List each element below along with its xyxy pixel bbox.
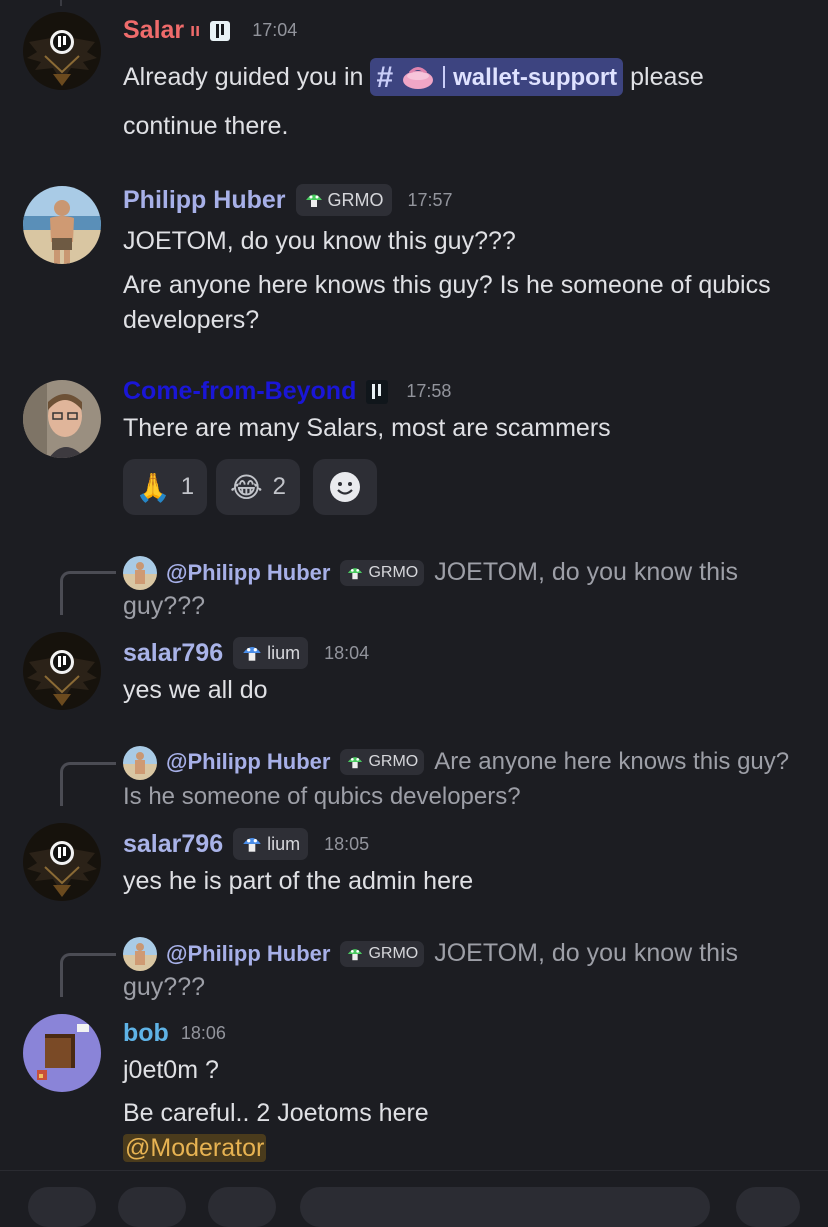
- message-text: yes we all do: [123, 676, 268, 704]
- eagle-avatar-image: [23, 632, 101, 710]
- author-name[interactable]: Philipp Huber: [123, 186, 286, 215]
- mushroom-green-icon: [348, 948, 363, 960]
- purse-icon: [403, 67, 434, 89]
- beach-photo-avatar: [123, 937, 157, 971]
- message-text: developers?: [123, 306, 260, 334]
- reply-avatar-philipp[interactable]: [123, 746, 157, 780]
- message-text: yes he is part of the admin here: [123, 867, 474, 895]
- role-tag-label: GRMO: [368, 563, 419, 581]
- message-text-line2: continue there.: [123, 112, 289, 140]
- reply-preview-text-line2[interactable]: guy???: [123, 592, 205, 621]
- role-tag-grmo[interactable]: GRMO: [295, 184, 392, 216]
- timestamp: 18:04: [324, 642, 370, 663]
- reaction-count: 1: [180, 473, 195, 500]
- reply-connector: [60, 571, 116, 615]
- mushroom-green-icon: [348, 567, 363, 579]
- add-reaction-button[interactable]: [313, 459, 377, 515]
- timestamp: 17:58: [406, 381, 452, 401]
- eagle-avatar-image: [23, 823, 101, 901]
- reply-author[interactable]: @Philipp Huber: [166, 941, 330, 967]
- reply-preview-text[interactable]: Are anyone here knows this guy?: [434, 748, 789, 776]
- reply-connector: [60, 762, 116, 806]
- role-mention-moderator[interactable]: @Moderator: [123, 1134, 267, 1162]
- composer-gift-button[interactable]: [208, 1187, 276, 1227]
- reply-author[interactable]: @Philipp Huber: [166, 749, 330, 775]
- author-name[interactable]: salar796: [123, 830, 223, 859]
- reply-author[interactable]: @Philipp Huber: [166, 560, 330, 586]
- message-text: There are many Salars, most are scammers: [123, 414, 611, 442]
- mushroom-blue-icon: [243, 837, 261, 852]
- reaction-joy[interactable]: 😂 2: [216, 459, 300, 515]
- role-tag-label: lium: [267, 642, 301, 663]
- role-tag-grmo[interactable]: GRMO: [340, 940, 425, 967]
- composer-bar: [0, 1170, 828, 1227]
- reply-avatar-philipp[interactable]: [123, 556, 157, 590]
- qubic-badge-icon: [210, 20, 231, 41]
- role-tag-grmo[interactable]: GRMO: [340, 749, 425, 775]
- beach-photo-avatar: [23, 186, 101, 264]
- avatar-bob[interactable]: [23, 1014, 101, 1092]
- channel-label: wallet-support: [453, 63, 618, 91]
- message-text-after: please: [630, 62, 704, 91]
- message-text: Be careful.. 2 Joetoms here: [123, 1099, 429, 1127]
- author-name[interactable]: salar796: [123, 639, 223, 668]
- role-glyph: ıı: [190, 20, 201, 40]
- role-tag-label: GRMO: [327, 189, 384, 210]
- timestamp: 17:57: [407, 189, 453, 210]
- pray-emoji-icon: 🙏: [135, 471, 171, 503]
- timestamp: 18:05: [324, 833, 370, 854]
- role-tag-label: GRMO: [368, 944, 419, 962]
- eagle-avatar-image: [23, 12, 101, 90]
- author-name[interactable]: Salar: [123, 16, 184, 45]
- beach-photo-avatar: [123, 746, 157, 780]
- channel-divider: [443, 66, 446, 88]
- role-tag-label: GRMO: [368, 753, 419, 770]
- composer-mic-button[interactable]: [736, 1187, 800, 1227]
- timestamp: 17:04: [252, 20, 298, 40]
- thread-connector-top: [0, 0, 828, 6]
- portrait-photo-avatar: [23, 380, 101, 458]
- timestamp: 18:06: [180, 1023, 226, 1043]
- role-tag-lium[interactable]: lium: [233, 828, 309, 860]
- mushroom-blue-icon: [243, 646, 261, 661]
- joy-emoji-icon: 😂: [229, 471, 263, 503]
- reply-preview-text-line2[interactable]: Is he someone of qubics developers?: [123, 783, 521, 811]
- message-text: JOETOM, do you know this guy???: [123, 227, 516, 255]
- smiley-add-icon: [330, 472, 360, 502]
- avatar-philipp-huber[interactable]: [23, 186, 101, 264]
- role-tag-lium[interactable]: lium: [233, 637, 309, 669]
- author-name[interactable]: bob: [123, 1019, 169, 1048]
- channel-mention-wallet-support[interactable]: # wallet-support: [370, 58, 624, 96]
- avatar-salar796[interactable]: [23, 823, 101, 901]
- reply-avatar-philipp[interactable]: [123, 937, 157, 971]
- author-name[interactable]: Come-from-Beyond: [123, 377, 356, 406]
- qubic-badge-icon: [366, 379, 389, 404]
- pixel-art-avatar: [23, 1014, 101, 1092]
- message-text: Already guided you in: [123, 62, 364, 91]
- role-tag-label: lium: [267, 833, 301, 854]
- reply-preview-text[interactable]: JOETOM, do you know this: [434, 939, 738, 968]
- reply-preview-text[interactable]: JOETOM, do you know this: [434, 558, 738, 587]
- message-text: j0et0m ?: [123, 1056, 219, 1084]
- composer-apps-button[interactable]: [118, 1187, 186, 1227]
- message-text: Are anyone here knows this guy? Is he so…: [123, 271, 771, 299]
- avatar-salar796[interactable]: [23, 632, 101, 710]
- message-input[interactable]: [300, 1187, 710, 1227]
- avatar-salar[interactable]: [23, 12, 101, 90]
- beach-photo-avatar: [123, 556, 157, 590]
- avatar-come-from-beyond[interactable]: [23, 380, 101, 458]
- reaction-pray[interactable]: 🙏 1: [123, 459, 207, 515]
- reply-connector: [60, 953, 116, 997]
- channel-hash: #: [376, 60, 394, 94]
- mushroom-green-icon: [348, 757, 363, 769]
- composer-add-button[interactable]: [28, 1187, 96, 1227]
- reply-preview-text-line2[interactable]: guy???: [123, 973, 205, 1002]
- mushroom-green-icon: [305, 194, 322, 207]
- role-tag-grmo[interactable]: GRMO: [340, 559, 425, 586]
- reaction-count: 2: [272, 473, 287, 500]
